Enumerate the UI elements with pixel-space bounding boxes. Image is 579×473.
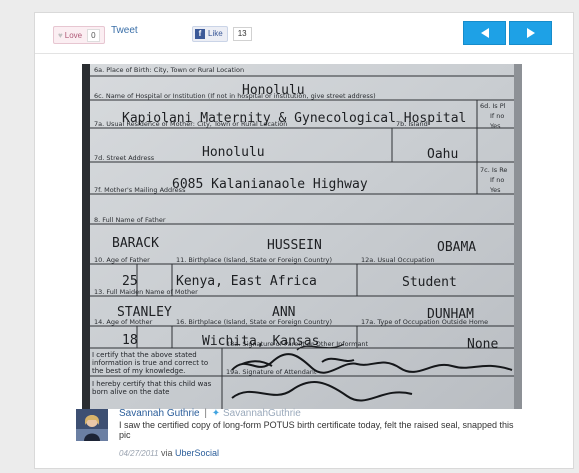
field-value: 6085 Kalanianaole Highway xyxy=(172,177,368,192)
field-value: DUNHAM xyxy=(427,307,474,322)
field-value: Oahu xyxy=(427,147,458,162)
certify-statement-2: I hereby certify that this child was bor… xyxy=(92,380,212,396)
side-label: If no xyxy=(490,112,504,120)
tweet-button[interactable]: Tweet xyxy=(111,25,138,36)
field-label: 7d. Street Address xyxy=(94,154,155,162)
field-label: 12a. Usual Occupation xyxy=(361,256,434,264)
field-value: OBAMA xyxy=(437,240,476,255)
arrow-left-icon xyxy=(480,28,489,38)
author-separator: | xyxy=(204,408,208,419)
field-value: Student xyxy=(402,275,457,290)
field-value: Honolulu xyxy=(202,145,265,160)
like-count: 13 xyxy=(232,26,252,41)
via-label: via xyxy=(160,448,173,458)
field-value: 18 xyxy=(122,333,138,348)
facebook-icon: f xyxy=(195,28,205,39)
avatar[interactable] xyxy=(76,409,108,441)
arrow-right-icon xyxy=(526,28,535,38)
facebook-like-button[interactable]: f Like xyxy=(192,25,228,42)
birth-certificate-photo[interactable]: 6a. Place of Birth: City, Town or Rural … xyxy=(82,64,522,409)
field-label: 10. Age of Father xyxy=(94,256,150,264)
tweet-source-link[interactable]: UberSocial xyxy=(175,448,219,458)
side-label: 7c. Is Re xyxy=(480,166,507,174)
page-background: ♥ Love 0 Tweet f Like 13 6a. Place of Bi… xyxy=(0,0,579,473)
field-value: ANN xyxy=(272,305,295,320)
tweet-text: I saw the certified copy of long-form PO… xyxy=(119,420,514,440)
side-label: 6d. Is Pl xyxy=(480,102,506,110)
next-button[interactable] xyxy=(509,21,552,45)
side-label: Yes xyxy=(489,186,501,194)
certify-statement: I certify that the above stated informat… xyxy=(92,351,209,375)
field-value: None xyxy=(467,337,498,352)
avatar-image xyxy=(76,409,108,441)
certificate-image: 6a. Place of Birth: City, Town or Rural … xyxy=(82,64,522,409)
field-value: HUSSEIN xyxy=(267,238,322,253)
like-label: Like xyxy=(208,29,223,38)
twitter-bird-icon: ✦ xyxy=(211,408,221,419)
love-count: 0 xyxy=(87,28,100,42)
tweet-date[interactable]: 04/27/2011 xyxy=(119,449,158,458)
love-button[interactable]: ♥ Love 0 xyxy=(53,26,105,44)
field-label: 19a. Signature of Attendant xyxy=(226,368,317,376)
facebook-like-widget: f Like 13 xyxy=(192,25,252,42)
previous-button[interactable] xyxy=(463,21,506,45)
field-value: 25 xyxy=(122,274,138,289)
field-label: 16. Birthplace (Island, State or Foreign… xyxy=(176,318,332,326)
certify-text-2: I hereby certify that this child was bor… xyxy=(92,380,212,396)
field-value: Kenya, East Africa xyxy=(176,274,317,289)
share-toolbar: ♥ Love 0 Tweet f Like 13 xyxy=(35,13,573,54)
field-label: 6c. Name of Hospital or Institution (If … xyxy=(94,92,376,100)
tweet-author-line: Savannah Guthrie | ✦ SavannahGuthrie xyxy=(119,408,301,419)
field-label: 11. Birthplace (Island, State or Foreign… xyxy=(176,256,332,264)
side-label: Yes xyxy=(489,122,501,130)
field-label: 8. Full Name of Father xyxy=(94,216,166,224)
tweet-meta: 04/27/2011 via UberSocial xyxy=(119,448,219,458)
field-value: Honolulu xyxy=(242,83,305,98)
field-value: Kapiolani Maternity & Gynecological Hosp… xyxy=(122,111,466,126)
field-label: 6a. Place of Birth: City, Town or Rural … xyxy=(94,66,244,74)
post-panel: ♥ Love 0 Tweet f Like 13 6a. Place of Bi… xyxy=(34,12,574,469)
heart-icon: ♥ xyxy=(58,30,63,40)
love-label: Love xyxy=(64,30,83,40)
field-value: BARACK xyxy=(112,236,159,251)
embedded-tweet: Savannah Guthrie | ✦ SavannahGuthrie I s… xyxy=(76,407,566,462)
author-name[interactable]: Savannah Guthrie xyxy=(119,408,200,419)
side-label: If no xyxy=(490,176,504,184)
author-handle[interactable]: SavannahGuthrie xyxy=(223,408,301,419)
field-label: 13. Full Maiden Name of Mother xyxy=(94,288,198,296)
field-value: STANLEY xyxy=(117,305,172,320)
certify-text-1: I certify that the above stated informat… xyxy=(92,351,209,375)
